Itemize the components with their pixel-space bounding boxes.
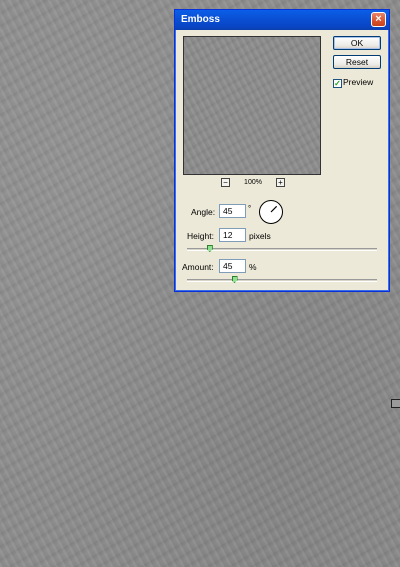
preview-area[interactable] [183,36,321,175]
amount-label: Amount: [182,262,214,272]
dialog-titlebar[interactable]: Emboss [175,10,389,30]
zoom-in-button[interactable]: + [276,178,285,187]
zoom-in-icon: + [278,178,283,187]
amount-slider[interactable] [187,279,377,282]
preview-checkbox-row[interactable]: ✓ Preview [333,77,373,88]
angle-dial[interactable] [259,200,283,224]
close-button[interactable]: × [371,12,386,27]
height-slider[interactable] [187,248,377,251]
height-label: Height: [187,231,214,241]
zoom-controls: − 100% + [221,178,285,189]
emboss-dialog: Emboss × OK Reset ✓ Preview − 100% + Angl… [174,9,390,292]
close-icon: × [375,13,382,25]
ok-button[interactable]: OK [333,36,381,50]
amount-unit: % [249,262,257,272]
angle-label: Angle: [191,207,216,217]
reset-button[interactable]: Reset [333,55,381,69]
preview-checkbox[interactable]: ✓ [333,79,342,88]
angle-input[interactable]: 45 [219,204,246,218]
amount-input[interactable]: 45 [219,259,246,273]
checkmark-icon: ✓ [334,79,341,88]
canvas-edge-handle[interactable] [391,399,400,408]
dialog-title: Emboss [181,14,220,25]
height-unit: pixels [249,231,271,241]
angle-dial-icon [270,205,278,213]
height-input[interactable]: 12 [219,228,246,242]
angle-unit: ° [248,204,252,213]
preview-label: Preview [343,77,374,87]
